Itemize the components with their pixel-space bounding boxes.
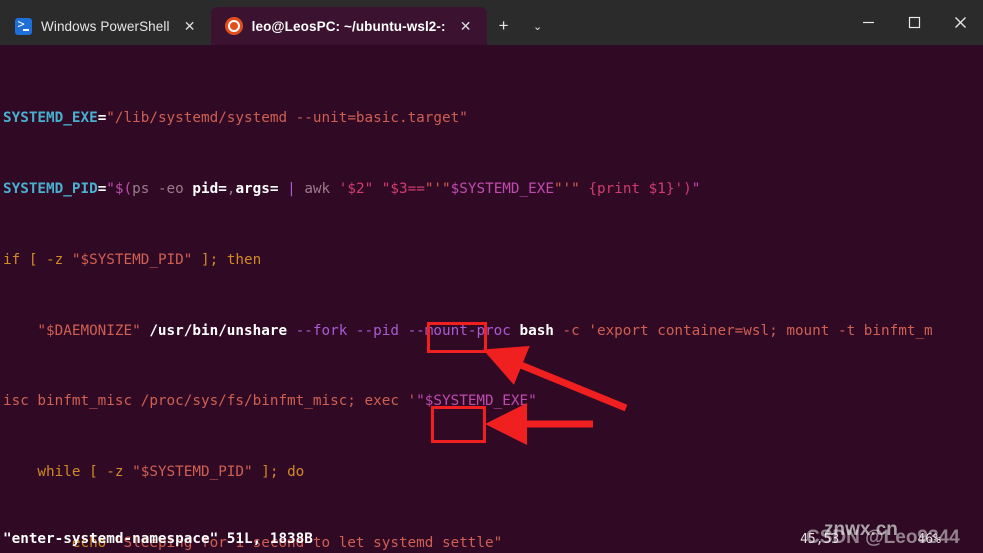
code-line: while [ -z "$SYSTEMD_PID" ]; do	[3, 464, 305, 481]
code-line: SYSTEMD_EXE="/lib/systemd/systemd --unit…	[3, 110, 468, 127]
vim-buffer: SYSTEMD_EXE="/lib/systemd/systemd --unit…	[3, 57, 933, 553]
ubuntu-icon	[224, 17, 243, 35]
tab-title: Windows PowerShell	[41, 18, 170, 34]
maximize-button[interactable]	[891, 0, 937, 45]
chevron-down-icon[interactable]: ⌄	[521, 7, 555, 45]
new-tab-button[interactable]: +	[487, 7, 521, 45]
tab-ubuntu-wsl[interactable]: leo@LeosPC: ~/ubuntu-wsl2-: ✕	[210, 7, 487, 45]
title-bar: Windows PowerShell ✕ leo@LeosPC: ~/ubunt…	[0, 0, 983, 45]
vim-status-line: "enter-systemd-namespace" 51L, 1838B	[3, 531, 313, 547]
window-controls	[845, 0, 983, 45]
tab-close-icon[interactable]: ✕	[455, 15, 477, 37]
code-line: "$DAEMONIZE" /usr/bin/unshare --fork --p…	[3, 322, 933, 339]
code-line: isc binfmt_misc /proc/sys/fs/binfmt_misc…	[3, 393, 537, 410]
tab-title: leo@LeosPC: ~/ubuntu-wsl2-:	[251, 18, 446, 34]
tab-windows-powershell[interactable]: Windows PowerShell ✕	[0, 7, 211, 45]
titlebar-drag-area	[555, 0, 845, 45]
terminal-window: Windows PowerShell ✕ leo@LeosPC: ~/ubunt…	[0, 0, 983, 553]
vim-ruler: 45,53 46%	[800, 532, 941, 547]
code-line: SYSTEMD_PID="$(ps -eo pid=,args= | awk '…	[3, 180, 701, 197]
tab-strip: Windows PowerShell ✕ leo@LeosPC: ~/ubunt…	[0, 0, 555, 45]
close-button[interactable]	[937, 0, 983, 45]
minimize-button[interactable]	[845, 0, 891, 45]
terminal-body[interactable]: SYSTEMD_EXE="/lib/systemd/systemd --unit…	[0, 45, 983, 553]
tab-close-icon[interactable]: ✕	[179, 15, 201, 37]
powershell-icon	[14, 17, 32, 35]
code-line: if [ -z "$SYSTEMD_PID" ]; then	[3, 251, 262, 268]
